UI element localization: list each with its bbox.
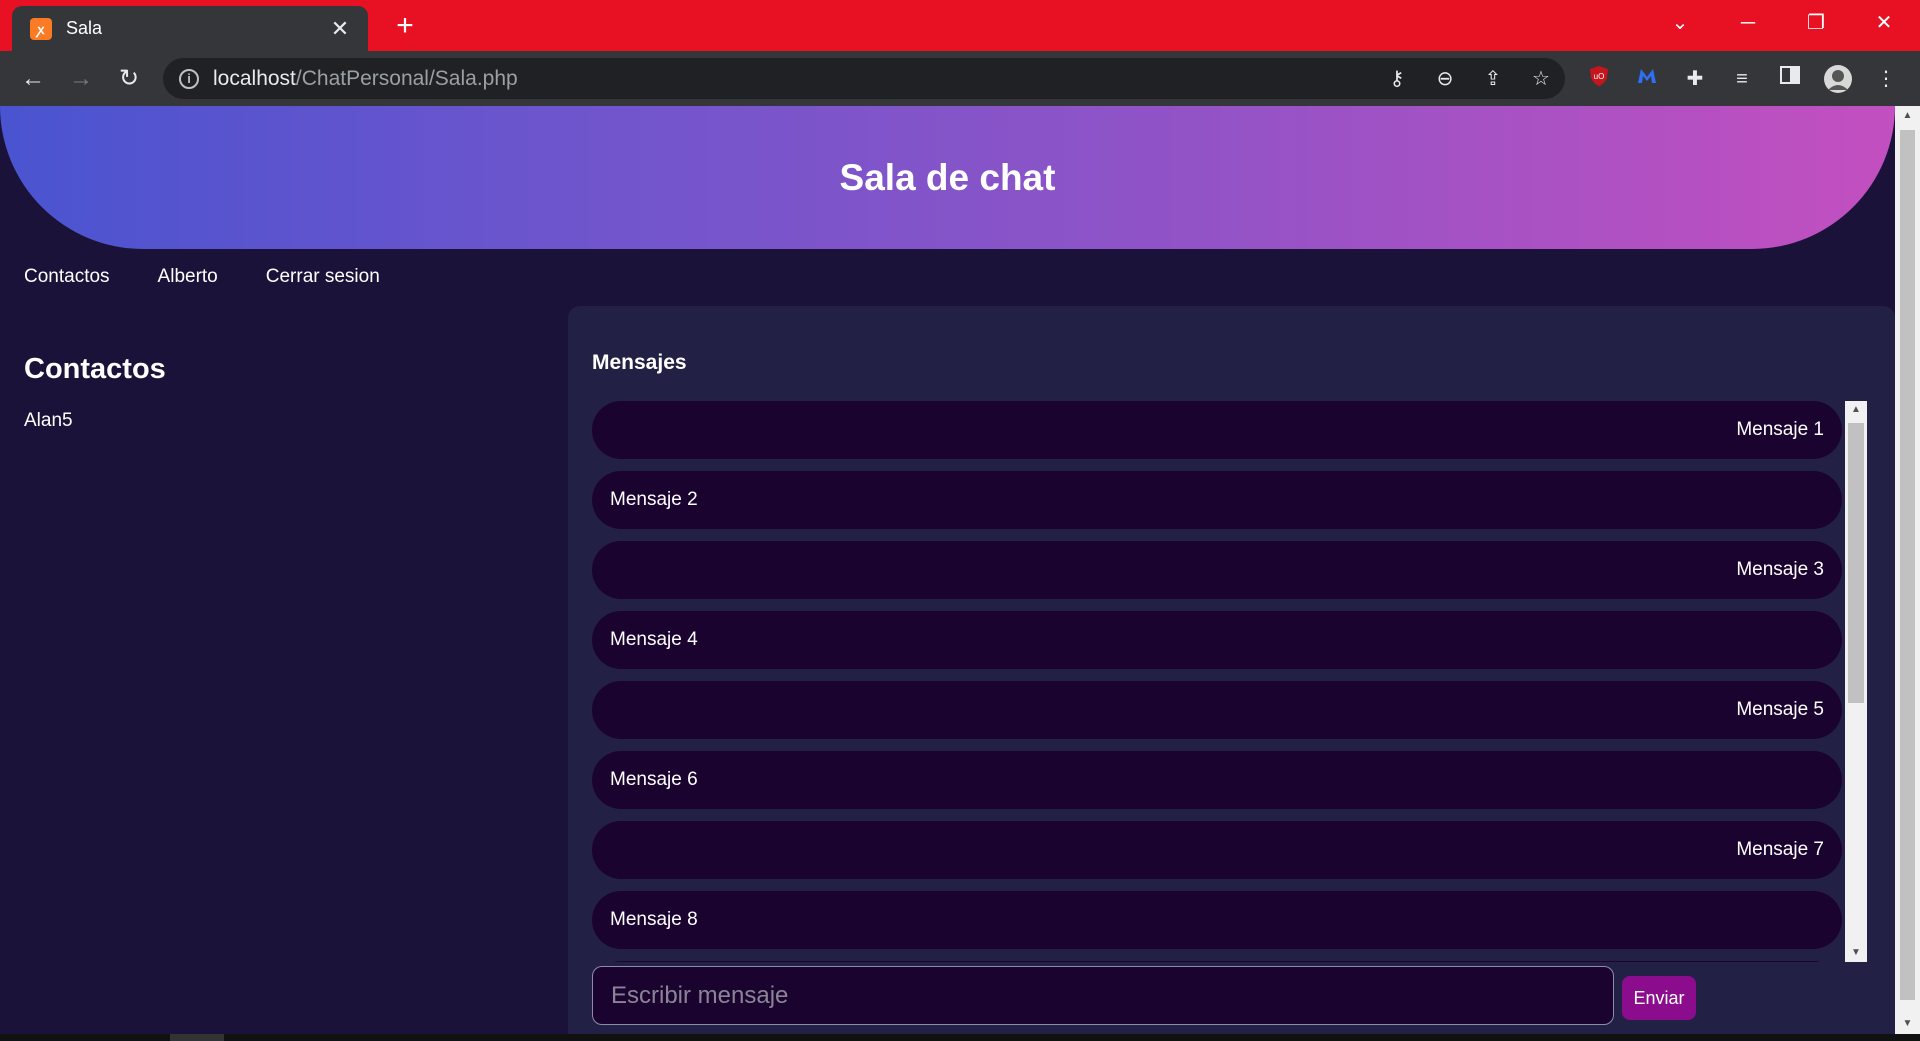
scroll-up-arrow-icon[interactable]: ▲	[1845, 401, 1867, 419]
message-list[interactable]: Mensaje 1 Mensaje 2 Mensaje 3 Mensaje 4 …	[592, 401, 1842, 962]
side-panel-icon[interactable]	[1775, 64, 1805, 94]
tab-close-icon[interactable]: ✕	[328, 16, 352, 41]
messages-heading: Mensajes	[592, 351, 687, 374]
back-arrow-icon[interactable]: ←	[18, 64, 48, 94]
nav-logout-link[interactable]: Cerrar sesion	[266, 266, 380, 288]
contact-item[interactable]: Alan5	[24, 410, 73, 432]
site-info-icon[interactable]: i	[179, 68, 199, 89]
page-title: Sala de chat	[839, 156, 1056, 198]
bookmark-star-icon[interactable]: ☆	[1529, 67, 1553, 91]
horizontal-scrollbar-thumb[interactable]	[170, 1034, 224, 1041]
new-tab-button[interactable]: +	[390, 11, 420, 42]
chat-panel: Mensajes Mensaje 1 Mensaje 2 Mensaje 3 M…	[568, 306, 1895, 1034]
page-viewport: Sala de chat Contactos Alberto Cerrar se…	[0, 106, 1895, 1034]
browser-toolbar: ← → ↻ i localhost/ChatPersonal/Sala.php …	[0, 51, 1920, 106]
zoom-out-icon[interactable]: ⊖	[1433, 67, 1457, 91]
message-item: Mensaje 6	[592, 751, 1842, 809]
svg-text:uO: uO	[1594, 72, 1605, 81]
page-header: Sala de chat	[0, 106, 1895, 249]
browser-tab[interactable]: ꭗ Sala ✕	[12, 6, 368, 51]
browser-menu-icon[interactable]: ⋮	[1871, 64, 1901, 94]
scrollbar-thumb[interactable]	[1848, 423, 1864, 703]
share-icon[interactable]: ⇪	[1481, 67, 1505, 91]
nav-contactos-link[interactable]: Contactos	[24, 266, 110, 288]
profile-avatar-icon[interactable]	[1823, 64, 1853, 94]
contacts-heading: Contactos	[24, 353, 166, 385]
message-item: Mensaje 2	[592, 471, 1842, 529]
send-button[interactable]: Enviar	[1622, 976, 1696, 1020]
ublock-origin-icon[interactable]: uO	[1584, 64, 1614, 94]
tab-search-icon[interactable]: ⌄	[1660, 8, 1700, 38]
page-scroll-down-arrow-icon[interactable]: ▼	[1895, 1014, 1920, 1034]
forward-arrow-icon[interactable]: →	[66, 64, 96, 94]
top-nav: Contactos Alberto Cerrar sesion	[24, 266, 428, 288]
message-item: Mensaje 4	[592, 611, 1842, 669]
url-host: localhost	[213, 66, 296, 90]
page-scrollbar[interactable]: ▲ ▼	[1895, 106, 1920, 1034]
restore-window-icon[interactable]: ❐	[1796, 8, 1836, 38]
scroll-down-arrow-icon[interactable]: ▼	[1845, 944, 1867, 962]
close-window-icon[interactable]: ✕	[1864, 8, 1904, 38]
page-scrollbar-thumb[interactable]	[1900, 130, 1915, 1000]
nav-user-link[interactable]: Alberto	[158, 266, 218, 288]
browser-tabbar: ꭗ Sala ✕ + ⌄ ─ ❐ ✕	[0, 0, 1920, 51]
tab-title: Sala	[66, 18, 103, 38]
reload-icon[interactable]: ↻	[114, 64, 144, 94]
message-item: Mensaje 1	[592, 401, 1842, 459]
malwarebytes-icon[interactable]	[1632, 64, 1662, 94]
message-input[interactable]	[592, 966, 1614, 1025]
minimize-window-icon[interactable]: ─	[1728, 8, 1768, 38]
message-item: Mensaje 3	[592, 541, 1842, 599]
page-scroll-up-arrow-icon[interactable]: ▲	[1895, 106, 1920, 126]
extensions-puzzle-icon[interactable]: ✚	[1680, 64, 1710, 94]
message-item: Mensaje 5	[592, 681, 1842, 739]
xampp-favicon-icon: ꭗ	[30, 17, 52, 40]
media-controls-icon[interactable]: ≡	[1727, 64, 1757, 94]
url-text[interactable]: localhost/ChatPersonal/Sala.php	[213, 67, 518, 91]
url-path: /ChatPersonal/Sala.php	[295, 66, 518, 90]
message-list-scrollbar[interactable]: ▲ ▼	[1845, 401, 1867, 962]
key-icon[interactable]: ⚷	[1385, 67, 1409, 91]
message-item: Mensaje 8	[592, 891, 1842, 949]
message-item-partial	[592, 961, 1842, 962]
horizontal-scrollbar[interactable]	[0, 1034, 1920, 1041]
address-bar[interactable]: i localhost/ChatPersonal/Sala.php ⚷ ⊖ ⇪ …	[163, 58, 1565, 99]
message-item: Mensaje 7	[592, 821, 1842, 879]
